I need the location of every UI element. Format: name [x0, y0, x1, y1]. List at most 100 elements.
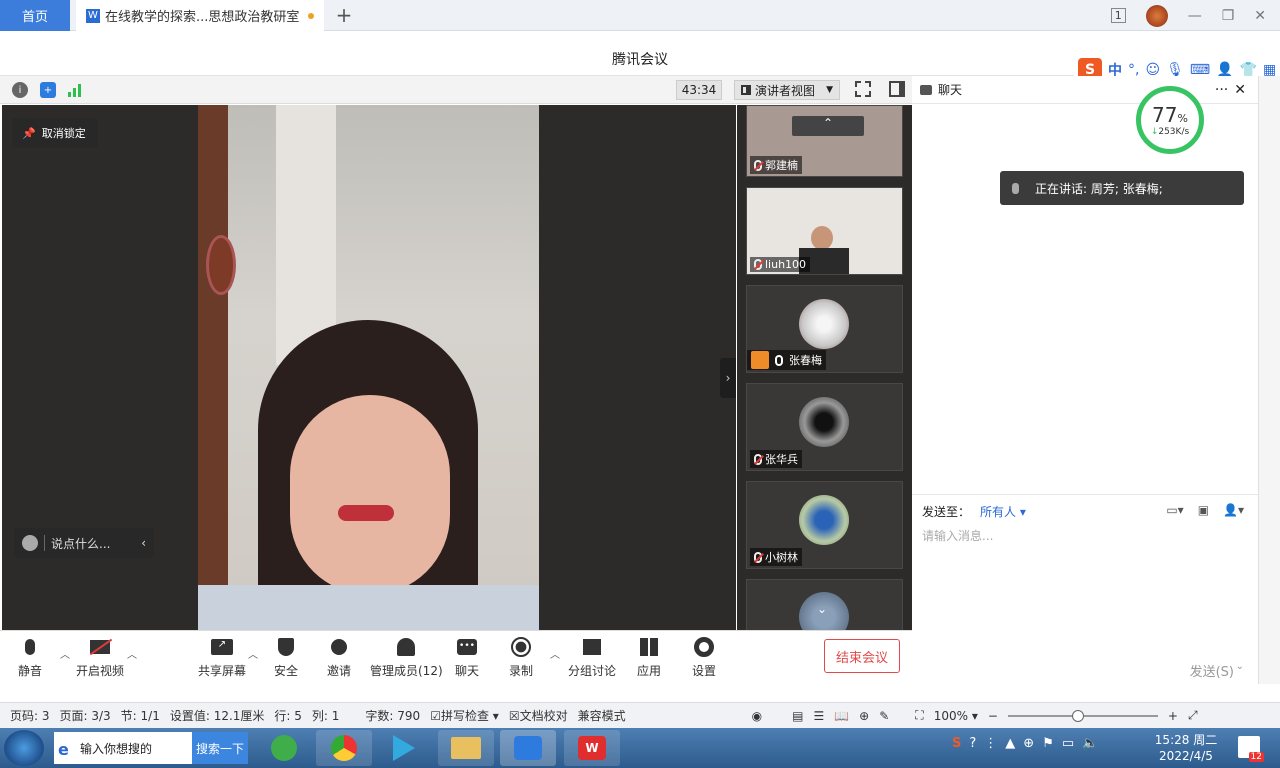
new-tab-button[interactable]: + — [334, 4, 354, 26]
security-tray-icon[interactable]: ⊕ — [1023, 736, 1034, 751]
manage-members-label: 管理成员(12) — [370, 664, 443, 678]
collapse-icon[interactable]: ‹ — [141, 536, 146, 550]
send-to-dropdown[interactable]: 所有人 ▾ — [980, 503, 1026, 520]
restore-icon[interactable]: ❐ — [1222, 8, 1235, 24]
tencent-meeting-icon[interactable] — [500, 730, 556, 766]
apps-button[interactable]: 应用 — [637, 636, 661, 680]
view-mode-dropdown[interactable]: 演讲者视图 ▼ — [734, 80, 840, 100]
window-count-icon[interactable]: 1 — [1110, 8, 1126, 23]
eye-protect-icon[interactable]: ◉ — [752, 709, 762, 723]
notification-icon[interactable]: 12 — [1238, 736, 1264, 762]
sidebar-toggle-icon[interactable] — [889, 81, 905, 97]
breakout-button[interactable]: 分组讨论 — [568, 636, 616, 680]
expand-icon[interactable]: ⤢ — [1188, 708, 1198, 723]
help-icon[interactable]: ? — [969, 736, 976, 751]
settings-button[interactable]: 设置 — [692, 636, 716, 680]
tab-document[interactable]: W 在线教学的探索...思想政治教研室 — [76, 0, 324, 31]
close-window-icon[interactable]: ✕ — [1254, 8, 1266, 24]
chevron-up-icon[interactable]: ︿ — [127, 646, 137, 661]
emoji-icon[interactable] — [22, 535, 38, 551]
fullscreen-icon[interactable] — [855, 81, 871, 97]
security-button[interactable]: 安全 — [274, 636, 298, 680]
close-icon[interactable]: ✕ — [1234, 82, 1246, 98]
scroll-up-icon[interactable]: ⌃ — [792, 116, 864, 136]
fit-page-icon[interactable]: ⛶ — [915, 708, 923, 723]
web-view-icon[interactable]: ⊕ — [859, 709, 869, 723]
tab-home[interactable]: 首页 — [0, 0, 70, 31]
signal-icon[interactable] — [68, 83, 84, 97]
page-view-icon[interactable]: ▤ — [792, 709, 803, 723]
reading-view-icon[interactable]: 📖 — [834, 709, 849, 723]
start-video-button[interactable]: 开启视频 — [76, 636, 124, 680]
chevron-down-icon[interactable]: ⌄ — [1236, 661, 1244, 672]
start-button[interactable] — [4, 730, 44, 766]
file-explorer-icon[interactable] — [438, 730, 494, 766]
participant-name-tag: 郭建楠 — [750, 156, 802, 174]
info-icon[interactable]: i — [12, 82, 28, 98]
chevron-up-icon[interactable]: ︿ — [550, 646, 560, 661]
security-shield-icon — [275, 636, 297, 658]
participant-tile[interactable]: ⌃ 郭建楠 — [746, 105, 903, 177]
record-button[interactable]: 录制 — [509, 636, 533, 680]
meeting-timer: 43:34 — [676, 80, 722, 100]
network-tray-icon[interactable]: ⋮ — [984, 736, 997, 751]
sogou-tray-icon[interactable]: S — [952, 736, 961, 751]
column: 列: 1 — [311, 709, 340, 723]
share-screen-button[interactable]: ↗ 共享屏幕 — [198, 636, 246, 680]
participant-name: 郭建楠 — [765, 159, 798, 172]
chat-input[interactable]: 请输入消息... — [922, 527, 993, 544]
send-button[interactable]: 发送(S) — [1190, 661, 1234, 680]
participant-tile[interactable]: 小树林 — [746, 481, 903, 569]
vertical-scrollbar[interactable] — [1258, 76, 1280, 684]
danmaku-input[interactable]: 说点什么... ‹ — [14, 528, 154, 558]
shield-icon[interactable]: + — [40, 82, 56, 98]
zoom-out-icon[interactable]: − — [988, 709, 998, 723]
volume-icon[interactable]: 🔈 — [1082, 736, 1098, 751]
participant-tile[interactable]: 张华兵 — [746, 383, 903, 471]
taskbar-clock[interactable]: 15:28 周二 2022/4/5 — [1146, 730, 1226, 766]
avatar — [799, 495, 849, 545]
zoom-value: 100% — [933, 708, 968, 723]
more-icon[interactable]: ··· — [1215, 82, 1228, 98]
minimize-icon[interactable]: — — [1188, 8, 1202, 24]
participant-tile[interactable]: 张春梅 — [746, 285, 903, 373]
setting-value: 设置值: 12.1厘米 — [169, 709, 265, 723]
folder-icon[interactable]: ▭▾ — [1166, 503, 1183, 517]
scroll-down-icon[interactable]: ⌄ — [817, 602, 827, 616]
monitor-icon[interactable]: ▭ — [1062, 736, 1074, 751]
flag-icon[interactable]: ⚑ — [1042, 736, 1054, 751]
manage-members-button[interactable]: 管理成员(12) — [370, 636, 443, 680]
user-avatar[interactable] — [1145, 4, 1168, 27]
screenshot-icon[interactable]: ▣ — [1198, 503, 1209, 517]
user-permission-icon[interactable]: 👤▾ — [1223, 503, 1244, 517]
end-meeting-button[interactable]: 结束会议 — [824, 639, 900, 673]
mute-button[interactable]: 静音 — [18, 636, 42, 680]
pen-icon[interactable]: ✎ — [879, 709, 889, 723]
network-speed-gauge[interactable]: 77% ↓253K/s — [1136, 86, 1204, 154]
show-hidden-icon[interactable]: ▲ — [1005, 736, 1015, 751]
unlock-pin-button[interactable]: 📌 取消锁定 — [12, 118, 98, 148]
word-count[interactable]: 字数: 790 — [365, 707, 420, 724]
video-player-icon[interactable] — [376, 730, 432, 766]
zoom-dropdown[interactable]: 100% ▾ — [934, 709, 978, 723]
refresh-app-icon[interactable] — [256, 730, 312, 766]
outline-view-icon[interactable]: ☰ — [813, 709, 824, 723]
wps-office-icon[interactable]: W — [564, 730, 620, 766]
spellcheck-button[interactable]: ☑拼写检查 ▾ — [430, 707, 499, 724]
avatar — [799, 397, 849, 447]
chat-button[interactable]: ••• 聊天 — [455, 636, 479, 680]
taskbar-search-input[interactable]: e 输入你想搜的 — [54, 732, 192, 764]
participant-tile[interactable]: liuh100 — [746, 187, 903, 275]
expand-strip-icon[interactable]: › — [720, 358, 736, 398]
zoom-slider[interactable] — [1007, 709, 1158, 722]
zoom-in-icon[interactable]: + — [1168, 709, 1178, 723]
proofread-button[interactable]: ☒文档校对 — [509, 707, 568, 724]
clock-date: 2022/4/5 — [1159, 749, 1213, 763]
chevron-up-icon[interactable]: ︿ — [248, 646, 258, 661]
chevron-up-icon[interactable]: ︿ — [60, 646, 70, 661]
chrome-icon[interactable] — [316, 730, 372, 766]
page-count: 页面: 3/3 — [59, 709, 111, 723]
invite-button[interactable]: 邀请 — [327, 636, 351, 680]
taskbar-search-button[interactable]: 搜索一下 — [192, 732, 248, 764]
participant-tile[interactable]: ⌄ — [746, 579, 903, 630]
